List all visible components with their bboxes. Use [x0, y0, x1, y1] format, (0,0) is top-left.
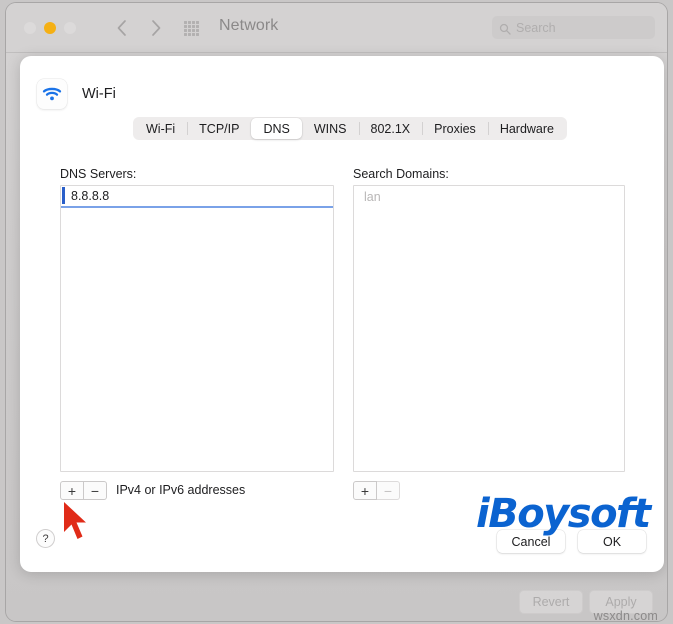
settings-tabs: Wi-Fi TCP/IP DNS WINS 802.1X Proxies Har…: [133, 117, 567, 140]
close-button[interactable]: [24, 22, 36, 34]
list-item[interactable]: 8.8.8.8: [61, 186, 333, 208]
tab-tcpip[interactable]: TCP/IP: [187, 118, 251, 139]
tab-dns[interactable]: DNS: [251, 118, 302, 139]
dns-hint-text: IPv4 or IPv6 addresses: [116, 483, 246, 497]
search-input[interactable]: Search: [492, 16, 655, 39]
search-domains-placeholder: lan: [364, 190, 381, 204]
minimize-button[interactable]: [44, 22, 56, 34]
back-chevron-icon[interactable]: [112, 17, 132, 39]
service-name: Wi-Fi: [82, 86, 116, 102]
service-header: Wi-Fi: [37, 79, 116, 109]
dns-servers-label: DNS Servers:: [60, 167, 137, 181]
help-button[interactable]: ?: [37, 530, 54, 547]
tab-hardware[interactable]: Hardware: [487, 118, 566, 139]
page-title: Network: [219, 17, 279, 34]
tab-wifi[interactable]: Wi-Fi: [134, 118, 187, 139]
search-domains-label: Search Domains:: [353, 167, 449, 181]
grid-icon[interactable]: [184, 21, 200, 36]
tab-8021x[interactable]: 802.1X: [358, 118, 423, 139]
wifi-icon: [37, 79, 67, 109]
search-domains-stepper: + −: [353, 481, 400, 500]
window-toolbar: Network Search: [6, 3, 667, 53]
ok-button[interactable]: OK: [578, 530, 646, 553]
site-watermark: wsxdn.com: [593, 609, 658, 621]
forward-chevron-icon[interactable]: [146, 17, 166, 39]
cancel-button[interactable]: Cancel: [497, 530, 565, 553]
search-placeholder: Search: [516, 20, 556, 35]
remove-dns-server-button[interactable]: −: [84, 481, 107, 500]
tab-proxies[interactable]: Proxies: [422, 118, 488, 139]
search-icon: [499, 22, 511, 35]
revert-button[interactable]: Revert: [519, 590, 583, 614]
text-caret: [62, 187, 65, 204]
add-search-domain-button[interactable]: +: [353, 481, 377, 500]
search-domains-list[interactable]: lan: [353, 185, 625, 472]
network-preferences-window: Network Search Revert Apply wsxdn.com Wi…: [6, 3, 667, 621]
remove-search-domain-button: −: [377, 481, 400, 500]
add-dns-server-button[interactable]: +: [60, 481, 84, 500]
dns-server-value: 8.8.8.8: [71, 189, 110, 203]
dns-settings-sheet: Wi-Fi Wi-Fi TCP/IP DNS WINS 802.1X Proxi…: [20, 56, 664, 572]
tab-wins[interactable]: WINS: [302, 118, 359, 139]
zoom-button[interactable]: [64, 22, 76, 34]
dns-servers-list[interactable]: 8.8.8.8: [60, 185, 334, 472]
dns-stepper: + −: [60, 481, 107, 500]
